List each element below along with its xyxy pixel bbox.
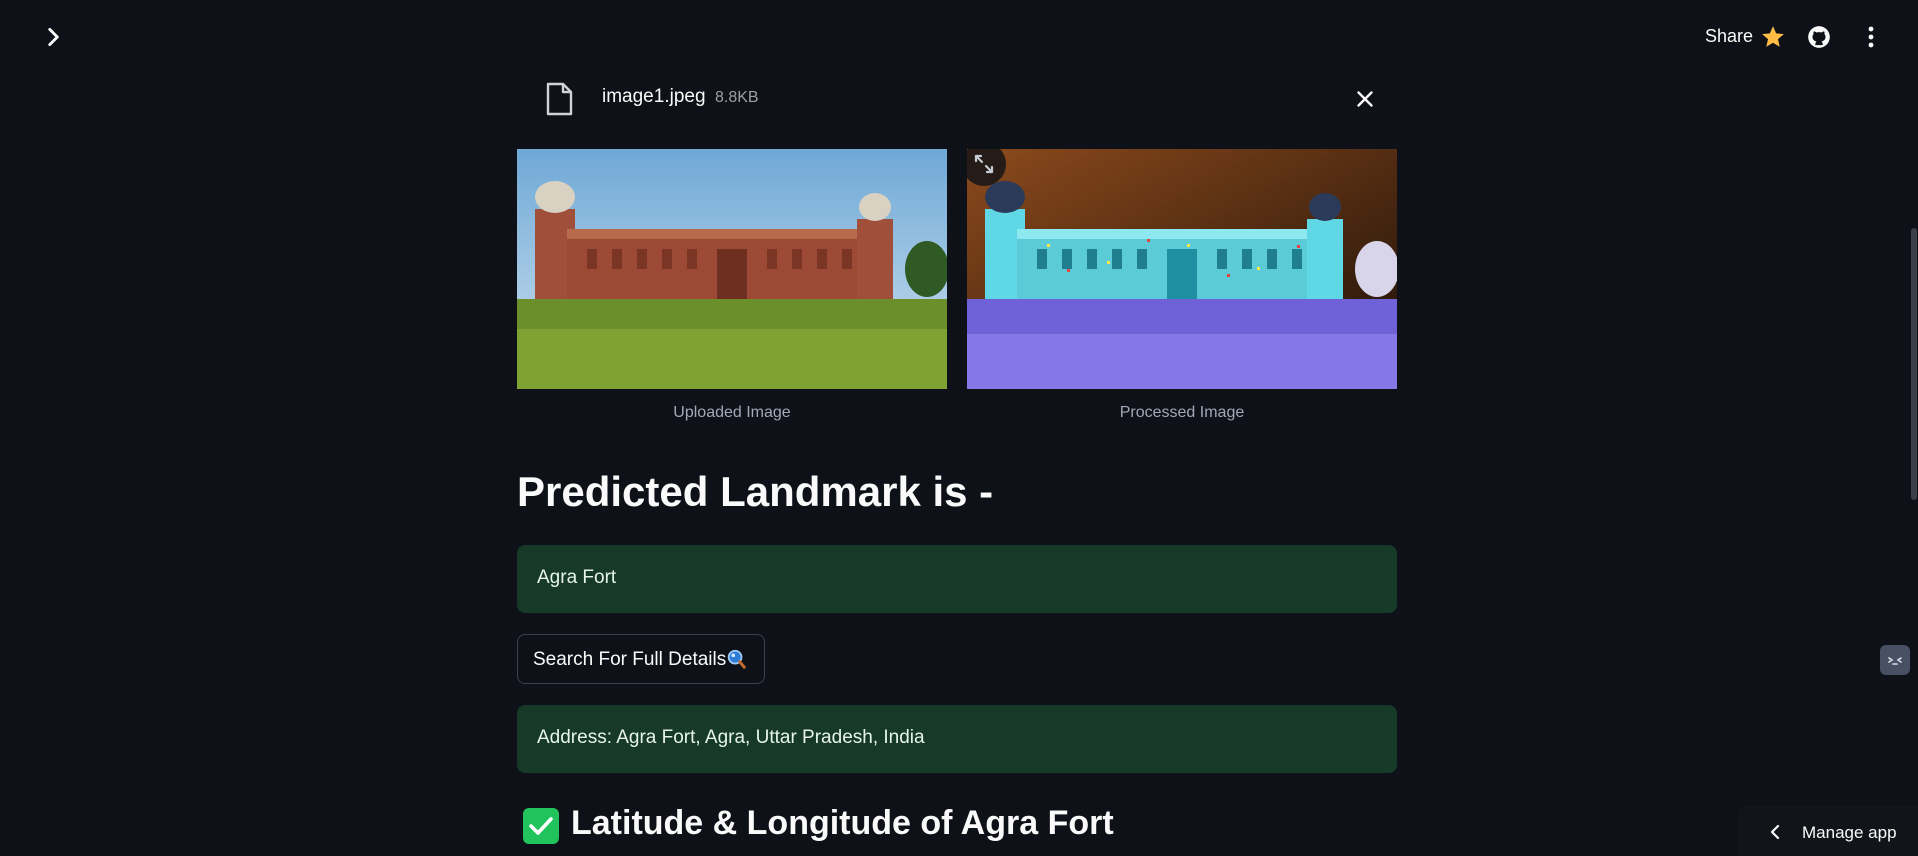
manage-app-button[interactable]: Manage app [1738,806,1918,856]
file-name: image1.jpeg [602,86,706,107]
close-icon[interactable] [1352,86,1378,112]
face-icon [1888,657,1902,665]
star-icon[interactable] [1760,24,1786,50]
github-icon[interactable] [1806,24,1832,50]
file-icon [546,82,573,116]
expand-icon [974,154,994,174]
landmark-name: Agra Fort [537,567,617,588]
magnifier-icon [727,649,746,669]
scrollbar[interactable] [1911,228,1917,500]
location-heading: Latitude & Longitude of Agra Fort [571,804,1114,842]
top-bar [0,0,1918,74]
prediction-heading: Predicted Landmark is - [517,468,994,515]
manage-app-label: Manage app [1802,823,1897,842]
processed-image [967,149,1397,389]
fullscreen-button[interactable] [962,142,1006,186]
file-size: 8.8KB [715,89,759,106]
uploaded-image [517,149,947,389]
address-result: Address: Agra Fort, Agra, Uttar Pradesh,… [517,705,1397,773]
status-widget[interactable] [1880,645,1910,675]
check-icon [523,808,559,844]
share-button[interactable]: Share [1705,26,1753,47]
uploaded-image-caption: Uploaded Image [673,404,791,421]
address-text: Address: Agra Fort, Agra, Uttar Pradesh,… [537,727,925,748]
landmark-result: Agra Fort [517,545,1397,613]
processed-image-caption: Processed Image [1119,404,1245,421]
search-button-label: Search For Full Details [533,649,727,670]
chevron-right-icon[interactable] [40,24,66,50]
chevron-left-icon [1770,824,1780,840]
search-details-button[interactable]: Search For Full Details [517,634,765,684]
more-vertical-icon[interactable] [1860,24,1882,50]
